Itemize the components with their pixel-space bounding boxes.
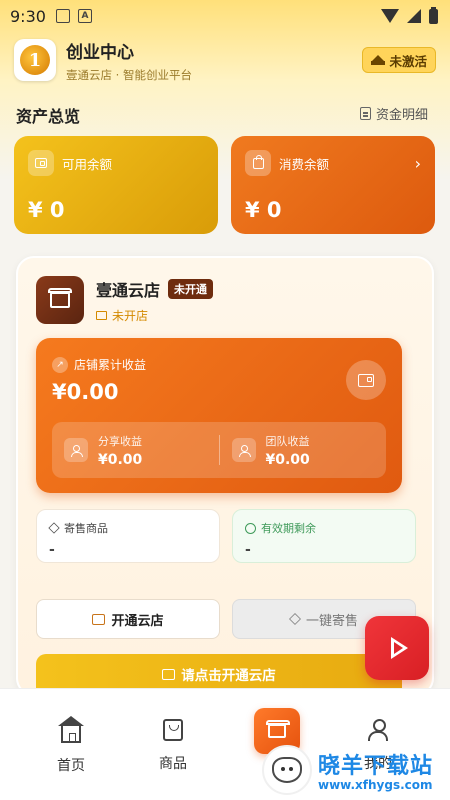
wifi-icon bbox=[381, 9, 399, 23]
store-logo-icon bbox=[36, 276, 84, 324]
signal-icon bbox=[407, 9, 421, 23]
app-subtitle: 壹通云店 · 智能创业平台 bbox=[66, 67, 192, 82]
store-income-card: ↗ 店铺累计收益 ¥0.00 分享收益 ¥0.00 团队收益 ¥0.00 bbox=[36, 338, 402, 493]
share-income-label: 分享收益 bbox=[98, 434, 142, 448]
income-value: ¥0.00 bbox=[52, 380, 119, 404]
validity-box[interactable]: 有效期剩余 - bbox=[232, 509, 416, 563]
open-store-button[interactable]: 开通云店 bbox=[36, 599, 220, 639]
watermark-title: 晓羊下载站 bbox=[318, 754, 434, 779]
open-store-label: 开通云店 bbox=[111, 613, 164, 629]
store-small-icon bbox=[96, 310, 107, 320]
store-icon bbox=[92, 613, 106, 625]
app-logo: 1 bbox=[14, 39, 56, 81]
income-label: 店铺累计收益 bbox=[74, 358, 147, 372]
wallet-icon[interactable] bbox=[346, 360, 386, 400]
watermark-url: www.xfhygs.com bbox=[318, 778, 433, 792]
available-balance-card[interactable]: 可用余额 ¥ 0 bbox=[14, 136, 218, 234]
fund-detail-label: 资金明细 bbox=[375, 108, 428, 123]
store-icon bbox=[266, 720, 290, 738]
one-click-consign-label: 一键寄售 bbox=[305, 613, 358, 629]
nav-home[interactable]: 首页 bbox=[41, 716, 101, 775]
cta-label: 请点击开通云店 bbox=[181, 668, 276, 684]
store-icon bbox=[162, 668, 176, 680]
consume-balance-label: 消费余额 bbox=[279, 156, 330, 172]
available-balance-label: 可用余额 bbox=[62, 156, 113, 172]
share-income: 分享收益 ¥0.00 bbox=[52, 433, 219, 468]
validity-value: - bbox=[245, 542, 251, 558]
status-bar: 9:30 A bbox=[0, 0, 450, 32]
shopping-bag-icon bbox=[163, 719, 183, 741]
nav-goods-label: 商品 bbox=[159, 756, 187, 772]
logo-icon: 1 bbox=[20, 45, 50, 75]
status-time: 9:30 bbox=[10, 6, 46, 26]
video-play-button[interactable] bbox=[365, 616, 429, 680]
store-name: 壹通云店 bbox=[96, 280, 161, 300]
user-icon bbox=[368, 719, 388, 741]
share-income-value: ¥0.00 bbox=[98, 451, 143, 468]
a-notification-icon: A bbox=[77, 9, 92, 23]
app-header: 1 创业中心 壹通云店 · 智能创业平台 未激活 bbox=[14, 38, 436, 82]
team-income-label: 团队收益 bbox=[265, 434, 310, 448]
chevron-right-icon: › bbox=[414, 153, 421, 173]
consign-goods-box[interactable]: 寄售商品 - bbox=[36, 509, 220, 563]
home-icon bbox=[58, 716, 84, 743]
app-title: 创业中心 bbox=[66, 42, 134, 63]
package-icon bbox=[288, 612, 301, 626]
team-income: 团队收益 ¥0.00 bbox=[220, 433, 387, 468]
store-status-text: 未开店 bbox=[112, 308, 149, 323]
consign-goods-value: - bbox=[49, 542, 55, 558]
store-open-status-tag: 未开通 bbox=[168, 278, 214, 299]
share-user-icon bbox=[64, 438, 88, 462]
battery-icon bbox=[429, 6, 438, 24]
trend-up-icon: ↗ bbox=[52, 356, 68, 373]
play-icon bbox=[390, 637, 408, 659]
consign-goods-label: 寄售商品 bbox=[64, 522, 108, 535]
assets-section-title: 资产总览 bbox=[16, 107, 81, 126]
available-balance-value: ¥ 0 bbox=[28, 198, 65, 222]
gallery-notification-icon bbox=[55, 9, 70, 23]
activation-status-badge[interactable]: 未激活 bbox=[362, 47, 436, 73]
wallet-icon bbox=[28, 150, 54, 176]
team-income-value: ¥0.00 bbox=[265, 451, 310, 468]
crown-icon bbox=[371, 55, 386, 65]
activation-status-label: 未激活 bbox=[389, 53, 427, 69]
shopping-bag-icon bbox=[245, 150, 271, 176]
consume-balance-card[interactable]: 消费余额 › ¥ 0 bbox=[231, 136, 435, 234]
package-icon bbox=[48, 522, 60, 534]
nav-goods[interactable]: 商品 bbox=[143, 719, 203, 773]
nav-home-label: 首页 bbox=[57, 758, 85, 774]
sheep-logo-icon bbox=[262, 745, 312, 795]
team-users-icon bbox=[231, 438, 256, 462]
validity-label: 有效期剩余 bbox=[261, 522, 316, 535]
site-watermark: 晓羊下载站 www.xfhygs.com bbox=[262, 740, 450, 800]
document-icon bbox=[359, 107, 371, 120]
consume-balance-value: ¥ 0 bbox=[245, 198, 282, 222]
fund-detail-link[interactable]: 资金明细 bbox=[359, 104, 428, 123]
clock-icon bbox=[245, 522, 256, 534]
